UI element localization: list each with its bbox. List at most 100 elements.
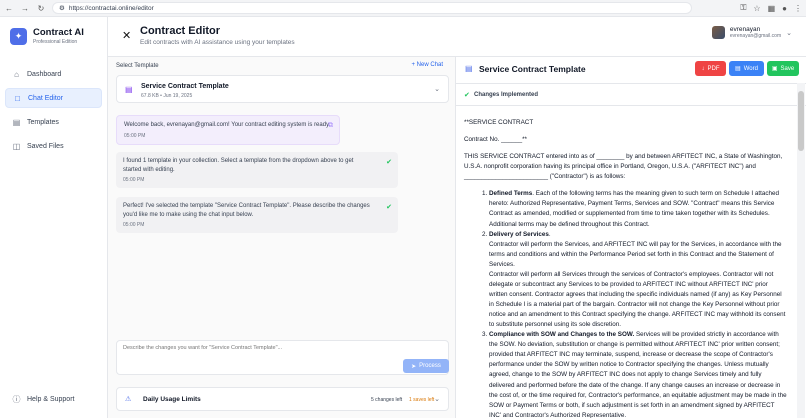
contract-number: Contract No. ______** <box>464 136 528 144</box>
user-name: evrenayan <box>729 26 761 33</box>
document-content: **SERVICE CONTRACT Contract No. ______**… <box>456 107 796 418</box>
template-meta: 67.8 KB • Jun 19, 2025 <box>141 93 193 99</box>
changes-left: 5 changes left <box>371 397 403 403</box>
chevron-down-icon: ⌄ <box>434 86 440 93</box>
message-text: Perfect! I've selected the template "Ser… <box>123 203 370 218</box>
process-label: Process <box>419 363 441 369</box>
chat-icon: □ <box>15 93 20 103</box>
back-icon[interactable]: ← <box>4 3 14 13</box>
save-button[interactable]: ▣ Save <box>767 61 799 76</box>
sidebar-item-dashboard[interactable]: ⌂ Dashboard <box>5 64 102 84</box>
help-support-link[interactable]: ⓘ Help & Support <box>12 395 75 404</box>
chat-message: Welcome back, evrenayan@gmail.com! Your … <box>116 115 340 145</box>
page-title: Contract Editor <box>140 25 221 37</box>
usage-limits-title: Daily Usage Limits <box>143 396 201 403</box>
sidebar-item-label: Dashboard <box>27 70 62 78</box>
chevron-down-icon: ⌄ <box>786 29 792 37</box>
message-time: 05:00 PM <box>124 132 146 139</box>
warning-icon: ⚠ <box>125 396 132 403</box>
saves-left: 1 saves left <box>409 397 435 403</box>
chat-input-box <box>116 340 449 375</box>
usage-limits[interactable]: ⚠ Daily Usage Limits 5 changes left 1 sa… <box>116 387 449 411</box>
send-icon: ➤ <box>411 363 417 370</box>
url-text: https://contractai.online/editor <box>68 4 154 12</box>
changes-label: Changes Implemented <box>474 92 539 98</box>
chat-message: Perfect! I've selected the template "Ser… <box>116 197 398 234</box>
help-icon: ⓘ <box>12 395 21 404</box>
site-info-icon[interactable]: ⚙ <box>59 4 65 12</box>
document-heading: **SERVICE CONTRACT <box>464 119 534 126</box>
section-title: Defined Terms <box>489 190 533 198</box>
contract-section: Compliance with SOW and Changes to the S… <box>489 330 788 418</box>
forward-icon[interactable]: → <box>20 3 30 13</box>
home-icon: ⌂ <box>14 69 19 79</box>
message-time: 05:00 PM <box>123 177 145 184</box>
contract-sections: Defined Terms. Each of the following ter… <box>464 189 788 418</box>
folder-icon: ◫ <box>12 141 21 151</box>
logo-icon: ✦ <box>10 27 27 45</box>
pdf-label: PDF <box>707 65 720 72</box>
file-icon: ▤ <box>735 66 741 72</box>
extensions-icon[interactable]: ▦ <box>768 4 776 13</box>
document-title: Service Contract Template <box>479 64 586 74</box>
avatar <box>711 26 725 39</box>
document-header: ▤ Service Contract Template ↓ PDF ▤ Word… <box>456 57 806 83</box>
template-select[interactable]: ▤ Service Contract Template 67.8 KB • Ju… <box>116 75 449 103</box>
section-paragraph: Contractor will perform the Services, an… <box>489 240 782 268</box>
save-icon: ▣ <box>771 66 778 72</box>
contract-intro: THIS SERVICE CONTRACT entered into as of… <box>464 153 783 181</box>
changes-status: ✔ Changes Implemented <box>456 83 806 106</box>
word-button[interactable]: ▤ Word <box>729 61 764 76</box>
sidebar: ✦ Contract AI Professional Edition ⌂ Das… <box>0 17 108 418</box>
new-chat-button[interactable]: + New Chat <box>411 62 443 68</box>
check-icon: ✔ <box>386 159 392 166</box>
word-label: Word <box>743 65 758 72</box>
sidebar-item-label: Templates <box>27 118 59 126</box>
sidebar-item-templates[interactable]: ▤ Templates <box>5 112 102 132</box>
message-text: I found 1 template in your collection. S… <box>123 158 354 173</box>
brand-name: Contract AI <box>33 27 84 38</box>
star-icon[interactable]: ☆ <box>753 4 760 13</box>
brand: ✦ Contract AI Professional Edition <box>10 27 84 45</box>
section-title: Compliance with SOW and Changes to the S… <box>489 331 635 339</box>
user-email: evrenayan@gmail.com <box>729 33 782 39</box>
close-icon[interactable]: ✕ <box>122 29 131 42</box>
section-text: Services will be provided strictly in ac… <box>489 331 787 418</box>
chevron-down-icon: ⌄ <box>434 396 440 403</box>
process-button[interactable]: ➤ Process <box>403 359 449 373</box>
message-time: 05:00 PM <box>123 222 145 229</box>
reload-icon[interactable]: ↻ <box>36 3 46 13</box>
sidebar-nav: ⌂ Dashboard □ Chat Editor ▤ Templates ◫ … <box>5 64 102 160</box>
save-label: Save <box>780 65 795 72</box>
document-icon: ▤ <box>465 64 473 73</box>
section-title: Delivery of Services <box>489 230 549 238</box>
copy-icon[interactable]: ⧉ <box>328 122 333 130</box>
sidebar-item-chat-editor[interactable]: □ Chat Editor <box>5 88 102 108</box>
check-icon: ✔ <box>386 204 392 211</box>
scroll-thumb[interactable] <box>798 91 804 151</box>
sidebar-item-label: Chat Editor <box>28 94 64 102</box>
pdf-button[interactable]: ↓ PDF <box>695 61 726 76</box>
chat-panel: Select Template + New Chat ▤ Service Con… <box>108 57 456 418</box>
profile-icon[interactable]: ● <box>782 4 787 13</box>
browser-toolbar: ← → ↻ ⚙ https://contractai.online/editor… <box>0 0 806 17</box>
key-icon[interactable]: ⚿ <box>740 3 746 13</box>
user-menu[interactable]: evrenayan evrenayan@gmail.com ⌄ <box>711 26 792 39</box>
message-text: Welcome back, evrenayan@gmail.com! Your … <box>124 122 331 128</box>
section-paragraph: Contractor will perform all Services thr… <box>489 270 786 329</box>
address-bar[interactable]: ⚙ https://contractai.online/editor <box>52 2 692 14</box>
sidebar-item-label: Saved Files <box>27 142 64 150</box>
chat-message: I found 1 template in your collection. S… <box>116 152 398 189</box>
menu-icon[interactable]: ⋮ <box>794 4 802 13</box>
section-text: . <box>548 230 551 238</box>
template-name: Service Contract Template <box>141 83 229 90</box>
contract-section: Defined Terms. Each of the following ter… <box>489 189 788 229</box>
brand-subtitle: Professional Edition <box>33 39 78 45</box>
chat-input[interactable] <box>117 341 402 374</box>
document-scrollbar[interactable] <box>797 83 805 418</box>
contract-section: Delivery of Services. Contractor will per… <box>489 230 788 331</box>
page-subtitle: Edit contracts with AI assistance using … <box>140 39 295 46</box>
sidebar-item-saved-files[interactable]: ◫ Saved Files <box>5 136 102 156</box>
document-icon: ▤ <box>125 85 133 94</box>
page-header: ✕ Contract Editor Edit contracts with AI… <box>108 17 806 57</box>
